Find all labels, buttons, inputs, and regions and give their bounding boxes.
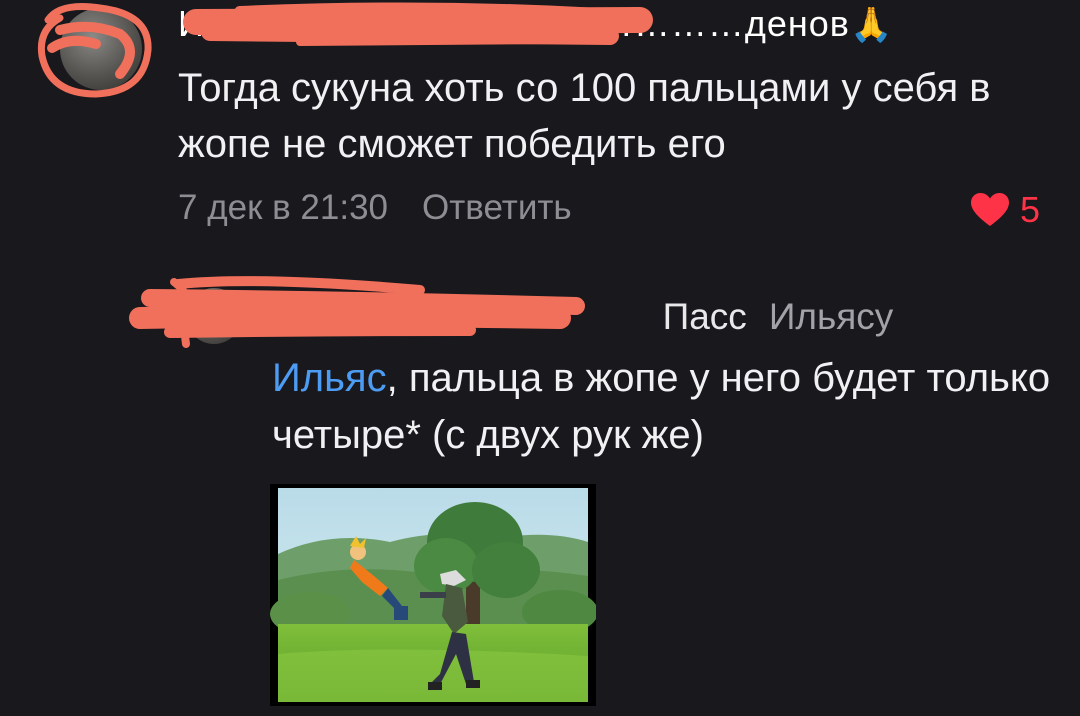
like-count: 5 — [1019, 189, 1040, 230]
comments-thread: Ил……………………………………денов🙏 Тогда сукуна хоть… — [0, 0, 1080, 716]
reply-author-visible: Пасс — [662, 296, 747, 337]
reply-addressee[interactable]: Ильясу — [769, 296, 894, 337]
reply-avatar[interactable] — [186, 288, 242, 344]
author-name: Ил……………………………………денов — [178, 3, 850, 44]
reply-author[interactable]: Пасс Ильясу — [272, 292, 894, 342]
reply-text: Ильяс, пальца в жопе у него будет только… — [272, 350, 1062, 464]
praying-hands-emoji: 🙏 — [849, 6, 893, 44]
comment-meta: 7 дек в 21:30 Ответить — [178, 186, 572, 230]
comment-text: Тогда сукуна хоть со 100 пальцами у себя… — [178, 66, 991, 166]
reply-author-name — [272, 296, 663, 337]
anime-scene-image — [270, 488, 596, 702]
like-button[interactable]: 5 — [970, 188, 1040, 232]
comment-date: 7 дек в 21:30 — [178, 188, 389, 227]
attached-image[interactable] — [270, 484, 596, 706]
avatar[interactable] — [60, 8, 142, 90]
reply-button[interactable]: Ответить — [422, 188, 572, 227]
comment-author[interactable]: Ил……………………………………денов🙏 — [178, 2, 892, 46]
heart-icon — [970, 193, 1009, 226]
mention-link[interactable]: Ильяс — [272, 356, 387, 400]
reply-body: , пальца в жопе у него будет только четы… — [272, 356, 1051, 457]
